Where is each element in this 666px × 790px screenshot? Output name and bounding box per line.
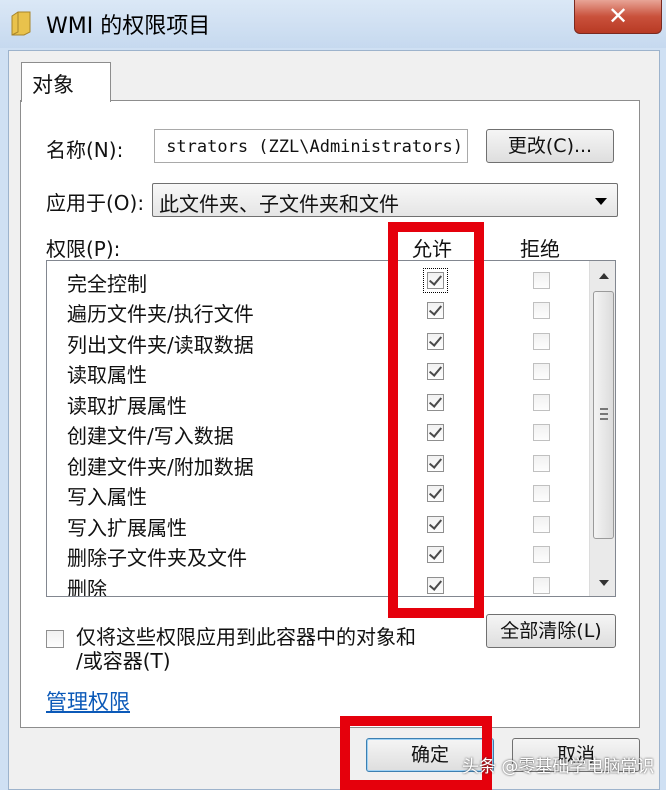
apply-only-checkbox[interactable]: [46, 630, 64, 648]
vertical-scrollbar[interactable]: [589, 261, 615, 596]
apply-only-label-line2: /或容器(T): [76, 649, 171, 673]
permission-name: 遍历文件夹/执行文件: [67, 302, 254, 326]
permission-row: 列出文件夹/读取数据: [47, 327, 587, 357]
clear-all-button[interactable]: 全部清除(L): [486, 614, 616, 648]
permission-name: 读取扩展属性: [67, 394, 187, 418]
deny-column-header: 拒绝: [520, 237, 560, 261]
apply-to-select[interactable]: 此文件夹、子文件夹和文件: [152, 183, 618, 217]
apply-to-label: 应用于(O):: [46, 191, 145, 215]
deny-checkbox[interactable]: [533, 516, 550, 533]
permission-name: 读取属性: [67, 363, 147, 387]
permission-row: 删除: [47, 571, 587, 597]
tab-object[interactable]: 对象: [21, 62, 111, 102]
deny-checkbox[interactable]: [533, 394, 550, 411]
name-label: 名称(N):: [46, 138, 124, 162]
permission-name: 创建文件/写入数据: [67, 424, 234, 448]
deny-checkbox[interactable]: [533, 424, 550, 441]
change-button[interactable]: 更改(C)...: [486, 129, 614, 163]
deny-checkbox[interactable]: [533, 546, 550, 563]
allow-column-highlight: [388, 222, 484, 618]
chevron-down-icon: [595, 198, 607, 205]
permission-row: 创建文件/写入数据: [47, 418, 587, 448]
permission-row: 遍历文件夹/执行文件: [47, 296, 587, 326]
watermark: 头条 @零基础学电脑常识: [462, 757, 655, 777]
permission-row: 写入属性: [47, 479, 587, 509]
permission-name: 列出文件夹/读取数据: [67, 333, 254, 357]
tab-label: 对象: [32, 73, 74, 97]
deny-checkbox[interactable]: [533, 577, 550, 594]
window-title: WMI 的权限项目: [46, 14, 211, 39]
folder-icon: [11, 11, 31, 36]
permission-name: 写入扩展属性: [67, 516, 187, 540]
deny-checkbox[interactable]: [533, 272, 550, 289]
scroll-up-icon[interactable]: [599, 273, 609, 279]
close-button[interactable]: ✕: [574, 0, 662, 34]
scroll-thumb[interactable]: [593, 291, 614, 539]
permission-row: 创建文件夹/附加数据: [47, 449, 587, 479]
principal-name-value: strators (ZZL\Administrators): [166, 137, 463, 157]
deny-checkbox[interactable]: [533, 363, 550, 380]
permission-row: 写入扩展属性: [47, 510, 587, 540]
close-icon: ✕: [607, 2, 629, 30]
manage-permissions-link[interactable]: 管理权限: [46, 686, 130, 716]
permission-name: 删除: [67, 577, 107, 597]
principal-name-field[interactable]: strators (ZZL\Administrators): [154, 129, 468, 163]
title-bar: WMI 的权限项目 ✕: [0, 0, 666, 48]
permission-name: 创建文件夹/附加数据: [67, 455, 254, 479]
permission-row: 读取属性: [47, 357, 587, 387]
permission-row: 读取扩展属性: [47, 388, 587, 418]
deny-checkbox[interactable]: [533, 302, 550, 319]
permission-name: 删除子文件夹及文件: [67, 546, 247, 570]
permission-row: 删除子文件夹及文件: [47, 540, 587, 570]
deny-checkbox[interactable]: [533, 455, 550, 472]
permissions-label: 权限(P):: [46, 237, 121, 261]
permissions-list[interactable]: 完全控制 遍历文件夹/执行文件 列出文件夹/读取数据 读取属性 读取扩展属性 创…: [46, 260, 616, 597]
deny-checkbox[interactable]: [533, 333, 550, 350]
apply-to-value: 此文件夹、子文件夹和文件: [159, 192, 399, 216]
scroll-down-icon[interactable]: [599, 580, 609, 586]
permission-name: 完全控制: [67, 272, 147, 296]
deny-checkbox[interactable]: [533, 485, 550, 502]
grip-icon: [600, 408, 608, 420]
permission-row: 完全控制: [47, 266, 587, 296]
permission-name: 写入属性: [67, 485, 147, 509]
